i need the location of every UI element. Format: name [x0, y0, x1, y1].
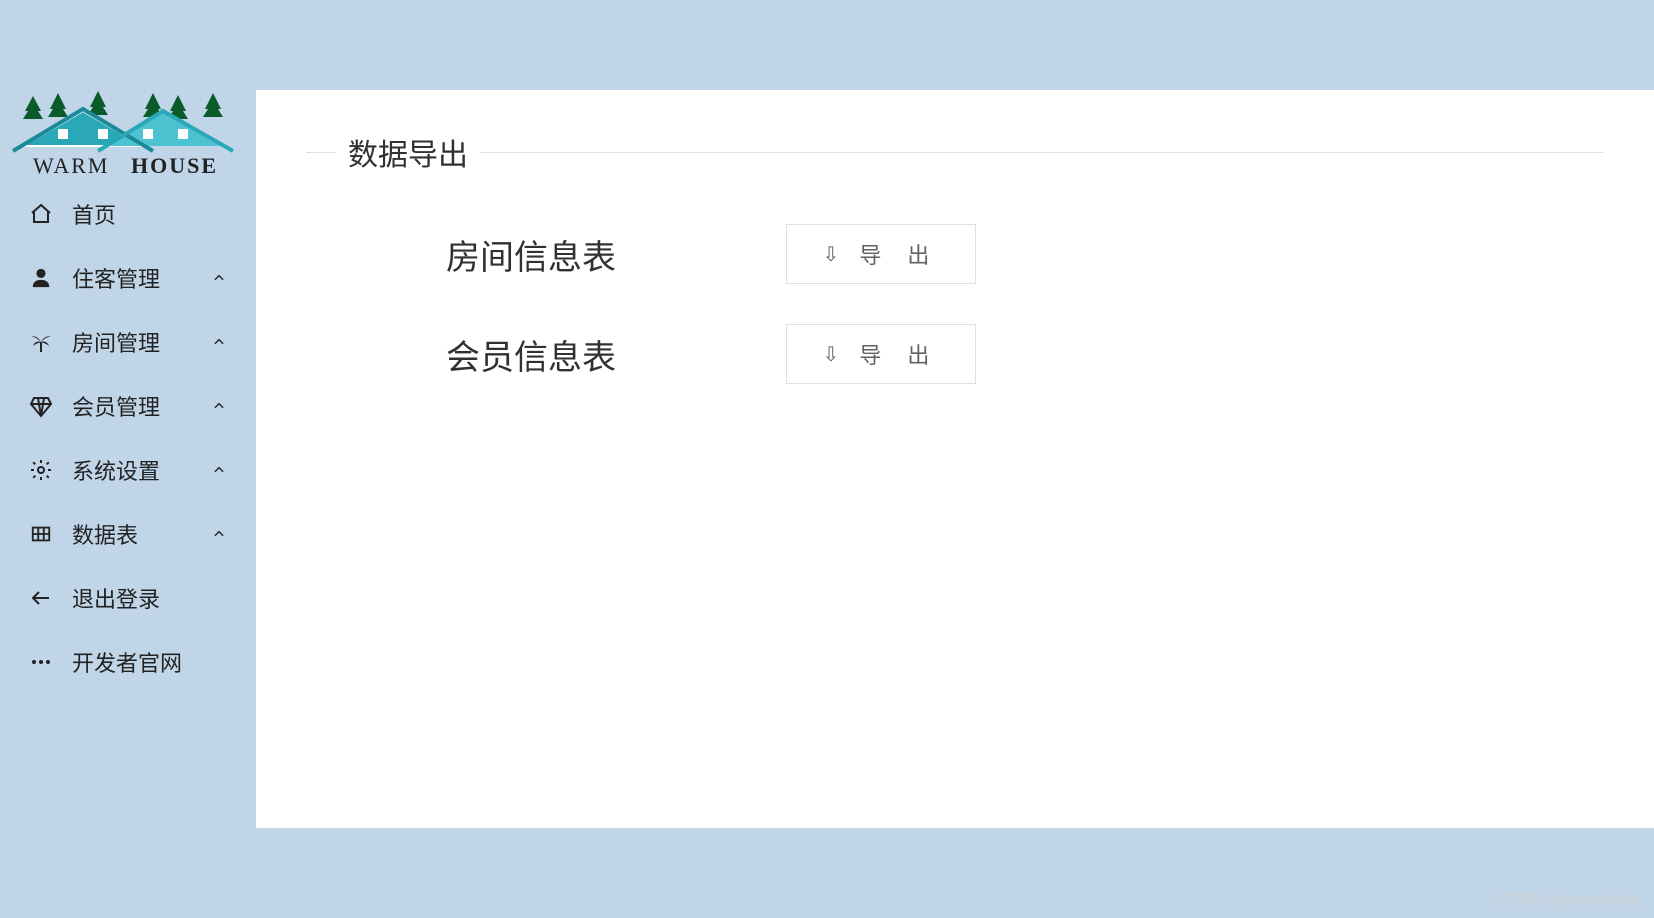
- dots-icon: [28, 649, 54, 675]
- button-label: 导 出: [859, 338, 939, 370]
- sidebar-item-logout[interactable]: 退出登录: [0, 566, 256, 630]
- section-header: 数据导出: [306, 130, 1604, 174]
- sidebar-item-label: 数据表: [72, 518, 210, 550]
- sidebar-item-developer[interactable]: 开发者官网: [0, 630, 256, 694]
- download-icon: ⇩: [823, 242, 850, 267]
- sidebar-item-label: 退出登录: [72, 582, 228, 614]
- sidebar-item-guests[interactable]: 住客管理: [0, 246, 256, 310]
- sidebar: WARM HOUSE 首页 住客管理 房间管理: [0, 90, 256, 918]
- diamond-icon: [28, 393, 54, 419]
- sidebar-item-label: 系统设置: [72, 454, 210, 486]
- divider-left: [306, 152, 336, 153]
- sidebar-item-label: 房间管理: [72, 326, 210, 358]
- download-icon: ⇩: [823, 342, 850, 367]
- grid-icon: [28, 521, 54, 547]
- chevron-up-icon: [210, 525, 228, 543]
- svg-text:HOUSE: HOUSE: [131, 153, 218, 178]
- sidebar-item-label: 开发者官网: [72, 646, 228, 678]
- arrow-left-icon: [28, 585, 54, 611]
- sidebar-item-label: 首页: [72, 198, 228, 230]
- home-icon: [28, 201, 54, 227]
- sidebar-item-label: 住客管理: [72, 262, 210, 294]
- svg-text:WARM: WARM: [33, 153, 109, 178]
- nav-list: 首页 住客管理 房间管理 会员管理: [0, 182, 256, 694]
- chevron-up-icon: [210, 461, 228, 479]
- sidebar-item-settings[interactable]: 系统设置: [0, 438, 256, 502]
- export-label: 会员信息表: [446, 330, 786, 379]
- export-label: 房间信息表: [446, 230, 786, 279]
- gear-icon: [28, 457, 54, 483]
- divider-right: [480, 152, 1604, 153]
- sidebar-item-datatable[interactable]: 数据表: [0, 502, 256, 566]
- chevron-up-icon: [210, 333, 228, 351]
- sidebar-item-members[interactable]: 会员管理: [0, 374, 256, 438]
- section-title: 数据导出: [348, 130, 468, 174]
- export-button-member[interactable]: ⇩ 导 出: [786, 324, 976, 384]
- watermark: CSDN @pastclouds: [1497, 892, 1640, 910]
- logo-svg: WARM HOUSE: [3, 91, 253, 181]
- button-label: 导 出: [859, 238, 939, 270]
- sidebar-item-label: 会员管理: [72, 390, 210, 422]
- palm-icon: [28, 329, 54, 355]
- person-icon: [28, 265, 54, 291]
- export-row-room: 房间信息表 ⇩ 导 出: [306, 224, 1604, 284]
- export-row-member: 会员信息表 ⇩ 导 出: [306, 324, 1604, 384]
- chevron-up-icon: [210, 397, 228, 415]
- export-button-room[interactable]: ⇩ 导 出: [786, 224, 976, 284]
- sidebar-item-home[interactable]: 首页: [0, 182, 256, 246]
- chevron-up-icon: [210, 269, 228, 287]
- logo: WARM HOUSE: [0, 90, 256, 182]
- sidebar-item-rooms[interactable]: 房间管理: [0, 310, 256, 374]
- main-content: 数据导出 房间信息表 ⇩ 导 出 会员信息表 ⇩ 导 出: [256, 90, 1654, 828]
